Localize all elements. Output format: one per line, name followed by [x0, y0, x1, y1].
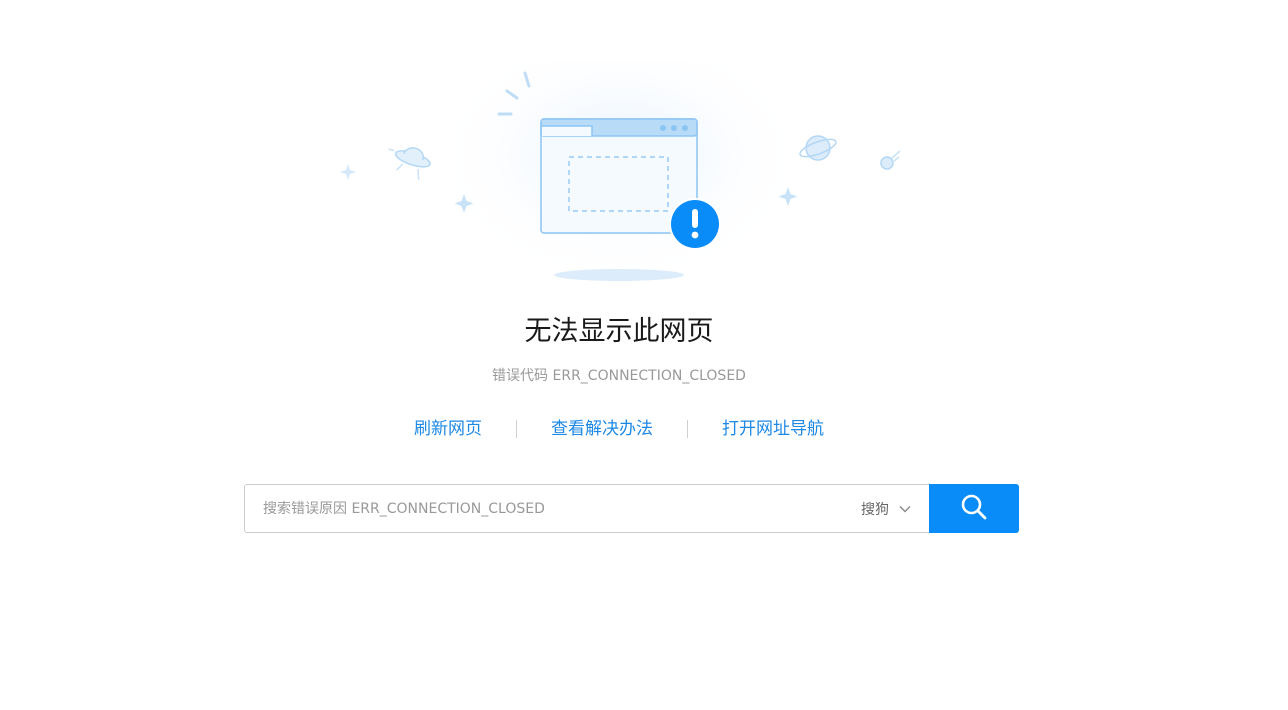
action-links: 刷新网页 查看解决办法 打开网址导航: [0, 416, 1238, 442]
comet-icon: [880, 150, 901, 170]
shadow-ellipse: [554, 269, 684, 281]
search-engine-label: 搜狗: [861, 501, 889, 518]
error-page: 无法显示此网页 错误代码 ERR_CONNECTION_CLOSED 刷新网页 …: [0, 0, 1288, 710]
search-icon: [960, 493, 988, 525]
ufo-icon: [388, 147, 431, 180]
page-title: 无法显示此网页: [524, 316, 714, 347]
divider: [687, 420, 688, 438]
search-button[interactable]: [929, 484, 1019, 533]
sparkle-icon: [340, 164, 356, 180]
open-url-navigation-link[interactable]: 打开网址导航: [722, 416, 824, 442]
search-field-container: 搜狗: [244, 484, 929, 533]
search-engine-dropdown[interactable]: 搜狗: [861, 485, 911, 532]
refresh-page-link[interactable]: 刷新网页: [414, 416, 482, 442]
alert-icon: [669, 198, 721, 250]
divider: [516, 420, 517, 438]
search-bar: 搜狗: [244, 484, 1019, 533]
chevron-down-icon: [899, 505, 911, 513]
view-solutions-link[interactable]: 查看解决办法: [551, 416, 653, 442]
search-input[interactable]: [263, 485, 823, 532]
broken-page-illustration: [330, 60, 910, 300]
error-code-text: 错误代码 ERR_CONNECTION_CLOSED: [492, 368, 746, 384]
